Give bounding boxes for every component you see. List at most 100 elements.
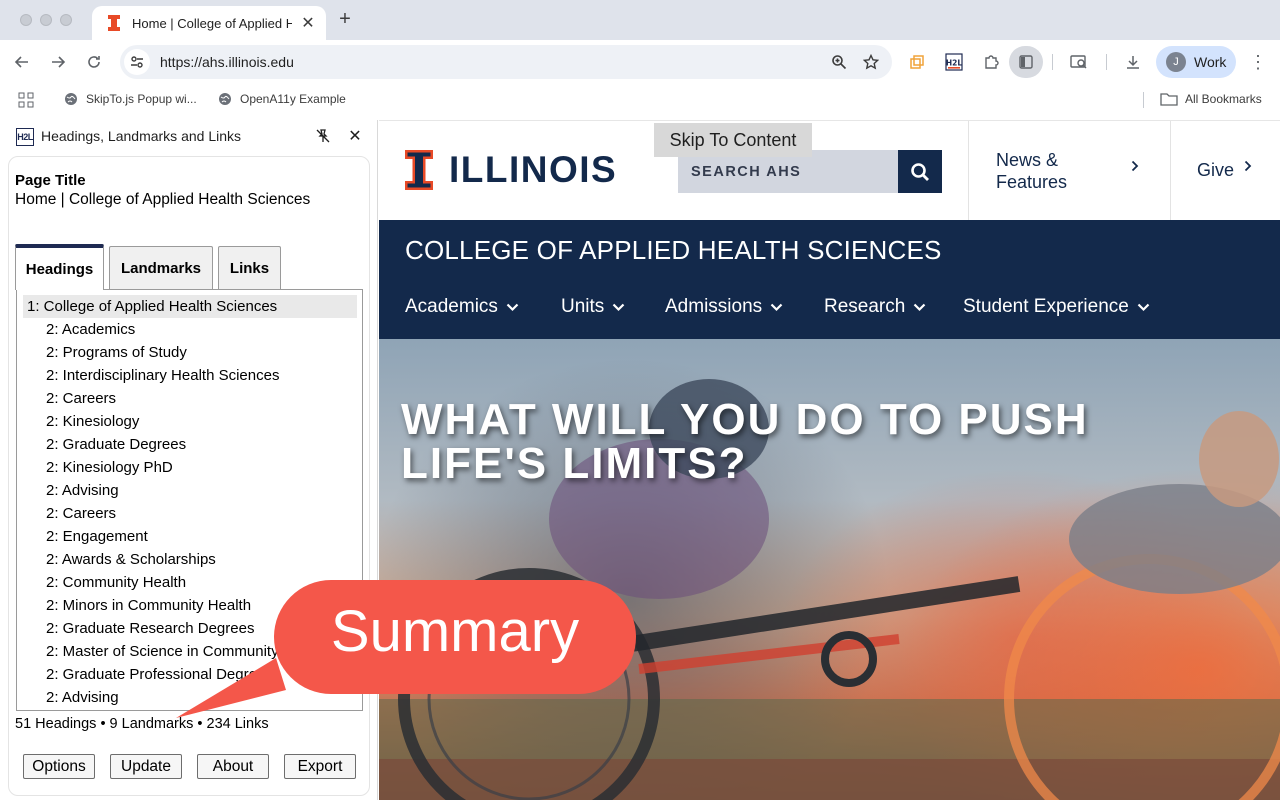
back-icon[interactable]	[10, 50, 34, 74]
h2l-extension-icon[interactable]: H2L	[943, 51, 965, 73]
news-features-link[interactable]: News & Features	[996, 149, 1106, 193]
folder-icon	[1160, 93, 1178, 106]
illinois-favicon-icon	[106, 15, 122, 31]
browser-menu-icon[interactable]: ⋮	[1249, 50, 1267, 74]
site-search-button[interactable]	[898, 150, 942, 193]
bookmark-label: SkipTo.js Popup wi...	[86, 92, 197, 106]
nav-label: Student Experience	[963, 296, 1129, 317]
close-window-button[interactable]	[20, 14, 32, 26]
bookmarks-bar: SkipTo.js Popup wi... OpenA11y Example A…	[0, 84, 1280, 116]
hero-banner: WHAT WILL YOU DO TO PUSH LIFE'S LIMITS?	[379, 339, 1280, 800]
hero-headline-line-1: WHAT WILL YOU DO TO PUSH	[401, 395, 1089, 444]
heading-item[interactable]: 2: Advising	[46, 482, 119, 499]
nav-label: Admissions	[665, 296, 763, 317]
downloads-icon[interactable]	[1122, 51, 1144, 73]
all-bookmarks-button[interactable]: All Bookmarks	[1160, 92, 1262, 106]
heading-item[interactable]: 2: Kinesiology PhD	[46, 459, 173, 476]
illinois-wordmark[interactable]: ILLINOIS	[449, 149, 617, 191]
web-page: ILLINOIS SEARCH AHS Skip To Content News…	[379, 120, 1280, 800]
heading-item[interactable]: 2: Graduate Research Degrees	[46, 620, 254, 637]
about-button[interactable]: About	[197, 754, 269, 779]
export-button[interactable]: Export	[284, 754, 356, 779]
nav-academics[interactable]: Academics	[405, 296, 519, 318]
tab-headings[interactable]: Headings	[15, 244, 104, 290]
site-header: ILLINOIS SEARCH AHS Skip To Content News…	[379, 120, 1280, 221]
illinois-logo-icon[interactable]	[405, 150, 433, 195]
bookmark-star-icon[interactable]	[860, 51, 882, 73]
heading-item[interactable]: 2: Engagement	[46, 528, 148, 545]
side-panel-header: H2L Headings, Landmarks and Links ✕	[0, 120, 378, 152]
tab-links[interactable]: Links	[218, 246, 281, 290]
profile-button[interactable]: J Work	[1156, 46, 1236, 78]
globe-icon	[65, 93, 77, 105]
tab-strip: Home | College of Applied Health Science…	[0, 0, 1280, 40]
bookmark-opena11y[interactable]: OpenA11y Example	[218, 92, 346, 106]
side-panel-close-icon[interactable]: ✕	[346, 126, 364, 145]
new-tab-icon[interactable]: +	[334, 8, 356, 31]
bookmark-skipto[interactable]: SkipTo.js Popup wi...	[64, 92, 197, 106]
nav-student-experience[interactable]: Student Experience	[963, 296, 1150, 318]
chevron-right-icon	[1131, 159, 1139, 177]
profile-label: Work	[1194, 54, 1227, 70]
page-title-label: Page Title	[15, 172, 86, 189]
give-link[interactable]: Give	[1197, 160, 1234, 181]
college-name[interactable]: COLLEGE OF APPLIED HEALTH SCIENCES	[405, 235, 942, 266]
heading-item[interactable]: 2: Kinesiology	[46, 413, 139, 430]
heading-item[interactable]: 2: Minors in Community Health	[46, 597, 251, 614]
tab-landmarks[interactable]: Landmarks	[109, 246, 213, 290]
page-title-value: Home | College of Applied Health Science…	[15, 191, 311, 208]
forward-icon[interactable]	[46, 50, 70, 74]
search-icon	[911, 162, 929, 181]
zoom-window-button[interactable]	[60, 14, 72, 26]
address-bar[interactable]: https://ahs.illinois.edu	[120, 45, 892, 79]
browser-toolbar: https://ahs.illinois.edu H2L J Work ⋮	[0, 40, 1280, 84]
skip-to-content-link[interactable]: Skip To Content	[654, 123, 812, 157]
options-button[interactable]: Options	[23, 754, 95, 779]
toolbar-separator	[1106, 54, 1107, 70]
heading-item[interactable]: 2: Community Health	[46, 574, 186, 591]
nav-units[interactable]: Units	[561, 296, 625, 318]
active-tab[interactable]: Home | College of Applied Health Science…	[92, 6, 326, 40]
heading-item[interactable]: 2: Careers	[46, 505, 116, 522]
globe-icon	[219, 93, 231, 105]
apps-grid-icon[interactable]	[18, 92, 34, 108]
side-panel-title: Headings, Landmarks and Links	[41, 128, 242, 144]
heading-item[interactable]: 1: College of Applied Health Sciences	[23, 295, 357, 318]
heading-item[interactable]: 2: Academics	[46, 321, 135, 338]
header-divider	[968, 121, 969, 221]
h2l-logo-icon: H2L	[16, 128, 34, 146]
nav-label: Units	[561, 296, 605, 317]
nav-label: Research	[824, 296, 906, 317]
nav-admissions[interactable]: Admissions	[665, 296, 783, 318]
extension-copy-icon[interactable]	[906, 51, 928, 73]
extensions-puzzle-icon[interactable]	[980, 51, 1002, 73]
bookmark-separator	[1143, 92, 1144, 108]
nav-research[interactable]: Research	[824, 296, 926, 318]
heading-item[interactable]: 2: Interdisciplinary Health Sciences	[46, 367, 279, 384]
unpin-icon[interactable]	[314, 127, 332, 145]
site-settings-icon[interactable]	[124, 49, 150, 75]
heading-item[interactable]: 2: Graduate Degrees	[46, 436, 186, 453]
zoom-icon[interactable]	[828, 51, 850, 73]
site-main-nav: COLLEGE OF APPLIED HEALTH SCIENCES Acade…	[379, 220, 1280, 339]
svg-text:H2L: H2L	[946, 59, 962, 68]
chevron-down-icon	[613, 303, 625, 311]
tab-search-icon[interactable]	[1068, 51, 1090, 73]
header-divider	[1170, 121, 1171, 221]
chevron-down-icon	[1137, 303, 1150, 311]
tab-close-icon[interactable]: ✕	[300, 13, 316, 33]
chevron-down-icon	[506, 303, 519, 311]
heading-item[interactable]: 2: Awards & Scholarships	[46, 551, 216, 568]
reload-icon[interactable]	[82, 50, 106, 74]
chevron-down-icon	[770, 303, 783, 311]
callout-pointer	[176, 658, 286, 718]
heading-item[interactable]: 2: Programs of Study	[46, 344, 187, 361]
avatar: J	[1166, 52, 1186, 72]
update-button[interactable]: Update	[110, 754, 182, 779]
nav-label: Academics	[405, 296, 498, 317]
minimize-window-button[interactable]	[40, 14, 52, 26]
side-panel-icon[interactable]	[1009, 46, 1043, 78]
chevron-down-icon	[914, 303, 926, 311]
heading-item[interactable]: 2: Advising	[46, 689, 119, 706]
heading-item[interactable]: 2: Careers	[46, 390, 116, 407]
